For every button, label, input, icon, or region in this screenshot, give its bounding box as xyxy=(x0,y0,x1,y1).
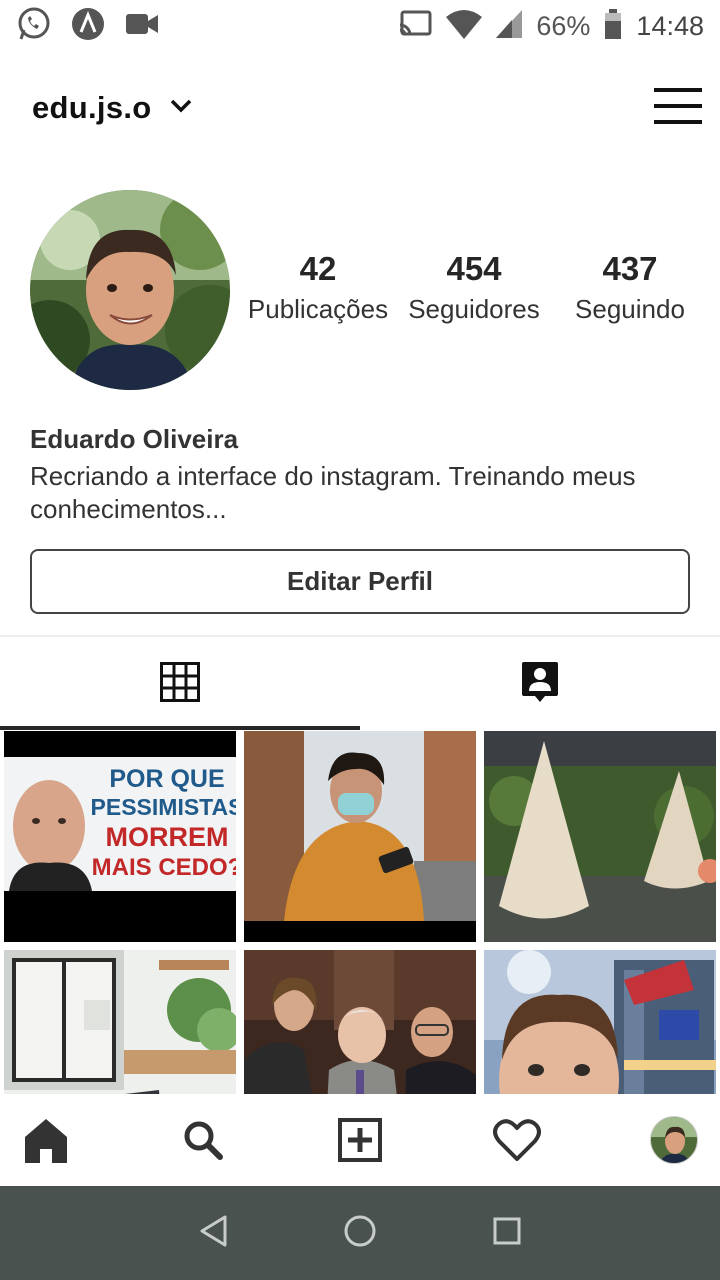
search-icon[interactable] xyxy=(179,1116,227,1164)
posts-label: Publicações xyxy=(247,294,389,324)
heart-icon[interactable] xyxy=(493,1116,541,1164)
profile-tabs xyxy=(0,638,720,730)
app-icon xyxy=(70,6,106,47)
divider xyxy=(0,635,720,637)
tab-tagged[interactable] xyxy=(360,638,720,730)
hamburger-menu-icon[interactable] xyxy=(654,86,702,131)
posts-count: 42 xyxy=(299,250,337,287)
clock: 14:48 xyxy=(636,10,704,41)
thumbnail-title-line: MAIS CEDO? xyxy=(92,854,236,881)
profile-stats: 42 Publicações 454 Seguidores 437 Seguin… xyxy=(240,250,710,325)
stat-followers[interactable]: 454 Seguidores xyxy=(396,250,552,325)
recents-icon[interactable] xyxy=(492,1216,522,1251)
cast-icon xyxy=(398,9,432,44)
wifi-icon xyxy=(446,9,483,44)
followers-count: 454 xyxy=(446,250,502,287)
post-thumbnail[interactable] xyxy=(244,731,476,942)
thumbnail-title-line: PESSIMISTAS xyxy=(91,794,236,820)
home-circle-icon[interactable] xyxy=(343,1214,377,1253)
battery-icon xyxy=(604,8,622,44)
post-thumbnail[interactable] xyxy=(484,731,716,942)
grid-icon xyxy=(160,661,200,707)
stat-following[interactable]: 437 Seguindo xyxy=(552,250,708,325)
following-label: Seguindo xyxy=(575,294,685,324)
username: edu.js.o xyxy=(32,90,152,125)
followers-label: Seguidores xyxy=(408,294,540,324)
profile-avatar[interactable] xyxy=(30,190,230,390)
home-icon[interactable] xyxy=(22,1116,70,1164)
stat-posts[interactable]: 42 Publicações xyxy=(240,250,396,325)
tagged-person-icon xyxy=(521,661,559,708)
back-icon[interactable] xyxy=(198,1214,228,1253)
thumbnail-title-line: POR QUE xyxy=(109,765,224,793)
edit-profile-button[interactable]: Editar Perfil xyxy=(30,549,690,614)
whatsapp-icon xyxy=(16,6,52,47)
profile-bio: Recriando a interface do instagram. Trei… xyxy=(30,461,636,524)
bottom-navigation xyxy=(0,1094,720,1186)
signal-icon xyxy=(496,9,523,43)
battery-percentage: 66% xyxy=(536,10,591,41)
profile-header: edu.js.o xyxy=(0,68,720,148)
post-thumbnail[interactable]: POR QUE PESSIMISTAS MORREM MAIS CEDO? xyxy=(4,731,236,942)
profile-avatar[interactable] xyxy=(650,1116,698,1164)
add-post-icon[interactable] xyxy=(336,1116,384,1164)
following-count: 437 xyxy=(602,250,658,287)
android-navigation-bar xyxy=(0,1186,720,1280)
chevron-down-icon xyxy=(170,99,192,118)
status-bar: 66% 14:48 xyxy=(0,0,720,52)
thumbnail-title-line: MORREM xyxy=(106,822,229,852)
profile-name: Eduardo Oliveira xyxy=(30,424,239,454)
tab-posts-grid[interactable] xyxy=(0,638,360,730)
account-switcher[interactable]: edu.js.o xyxy=(32,90,192,126)
video-camera-icon xyxy=(124,6,160,47)
